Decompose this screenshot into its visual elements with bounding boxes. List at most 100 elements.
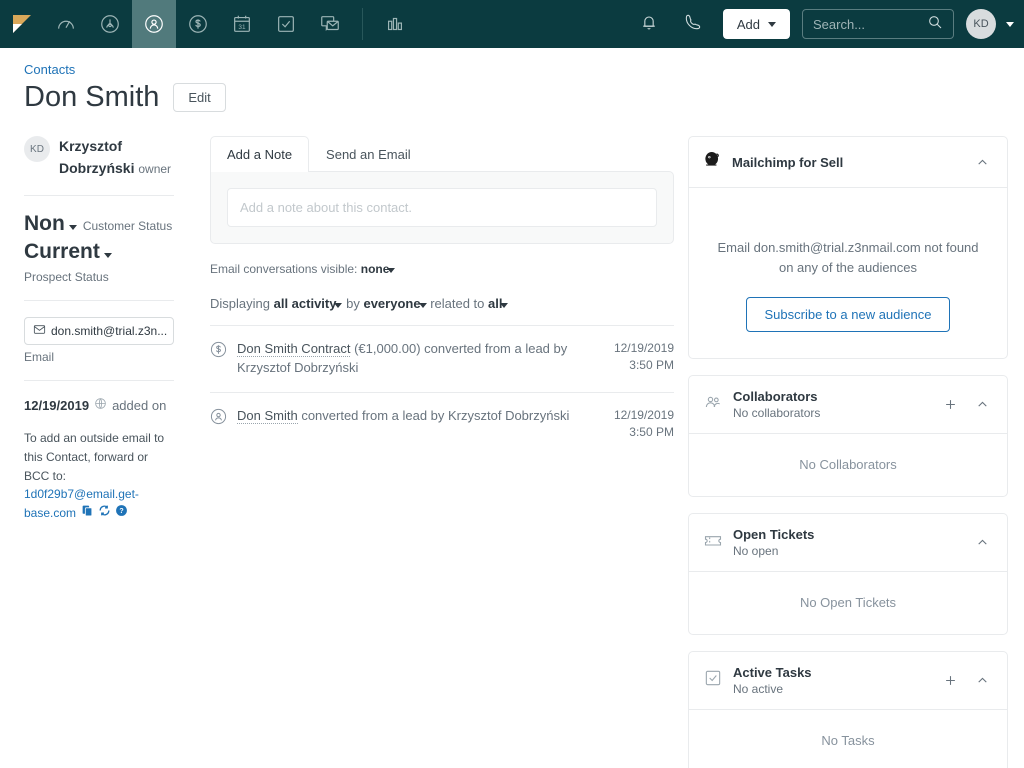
nav-item-calendar[interactable]: 31 (220, 0, 264, 48)
active-tasks-card-header: Active Tasks No active (689, 652, 1007, 709)
add-task-button[interactable] (939, 673, 962, 688)
help-icon[interactable]: ? (115, 504, 128, 523)
add-collaborator-button[interactable] (939, 397, 962, 412)
nav-item-deals[interactable] (176, 0, 220, 48)
active-tasks-card: Active Tasks No active No Tasks (688, 651, 1008, 768)
nav-item-dashboard[interactable] (44, 0, 88, 48)
note-composer-card: Add a note about this contact. (210, 171, 674, 244)
chevron-down-icon[interactable] (103, 253, 112, 259)
open-tickets-subtitle: No open (733, 544, 779, 558)
notifications-button[interactable] (627, 0, 671, 48)
prospect-status-value[interactable]: Current (24, 240, 100, 264)
open-tickets-card-header: Open Tickets No open (689, 514, 1007, 571)
mailchimp-title-wrap: Mailchimp for Sell (732, 155, 962, 170)
email-conversations-value[interactable]: none (361, 262, 390, 276)
nav-item-reports[interactable] (373, 0, 417, 48)
svg-text:31: 31 (238, 24, 246, 31)
collaborators-card: Collaborators No collaborators No Collab… (688, 375, 1008, 497)
dollar-circle-icon (187, 13, 209, 35)
owner-name: Krzysztof Dobrzyński owner (59, 136, 171, 179)
edit-button[interactable]: Edit (173, 83, 226, 112)
bcc-actions: ? (81, 504, 128, 523)
chevron-down-icon[interactable] (387, 268, 396, 273)
ticket-icon (703, 530, 723, 555)
refresh-icon[interactable] (98, 504, 111, 523)
owner-row: KD Krzysztof Dobrzyński owner (24, 136, 174, 179)
gauge-icon (55, 13, 77, 35)
filter-related-label: related to (430, 296, 485, 311)
nav-item-communication[interactable] (308, 0, 352, 48)
tab-send-an-email[interactable]: Send an Email (309, 136, 428, 172)
open-tickets-empty-text: No Open Tickets (799, 595, 897, 610)
chevron-down-icon (768, 21, 776, 27)
tab-add-a-note[interactable]: Add a Note (210, 136, 310, 172)
chevron-up-icon[interactable] (972, 398, 993, 411)
bcc-instructions: To add an outside email to this Contact,… (24, 429, 174, 523)
chevron-up-icon[interactable] (972, 536, 993, 549)
activity-filter-row: Displaying all activity by everyone rela… (210, 296, 674, 311)
phone-icon (683, 12, 703, 37)
breadcrumb[interactable]: Contacts (24, 62, 1024, 77)
customer-status-value[interactable]: Non (24, 212, 65, 236)
mailchimp-card: Mailchimp for Sell Email don.smith@trial… (688, 136, 1008, 359)
collaborators-empty-text: No Collaborators (799, 457, 897, 472)
divider (24, 300, 174, 302)
page-header: Contacts Don Smith Edit (0, 48, 1024, 114)
app-logo[interactable] (0, 0, 44, 48)
owner-first-name: Krzysztof (59, 138, 123, 154)
divider (24, 195, 174, 197)
owner-role-label: owner (138, 161, 172, 176)
activity-column: Add a Note Send an Email Add a note abou… (174, 136, 674, 768)
mailchimp-icon (703, 150, 722, 174)
customer-status-field[interactable]: Non Customer Status (24, 212, 174, 236)
filter-by-user[interactable]: everyone (363, 296, 420, 311)
email-chip-label: Email (24, 350, 55, 365)
nav-item-tasks[interactable] (264, 0, 308, 48)
add-button-label: Add (736, 16, 760, 32)
bell-icon (639, 12, 659, 37)
calls-button[interactable] (671, 0, 715, 48)
activity-text: Don Smith Contract (€1,000.00) converted… (237, 340, 578, 378)
email-conversations-visibility: Email conversations visible: none (210, 262, 674, 276)
collaborators-icon (703, 392, 723, 417)
activity-link[interactable]: Don Smith Contract (237, 341, 351, 357)
chevron-up-icon[interactable] (972, 156, 993, 169)
table-row: Don Smith converted from a lead by Krzys… (210, 393, 674, 456)
added-on-field: 12/19/2019 added on (24, 397, 174, 413)
avatar[interactable]: KD (966, 9, 996, 39)
activity-link[interactable]: Don Smith (237, 407, 298, 424)
copy-icon[interactable] (81, 504, 94, 523)
divider (24, 380, 174, 382)
note-tabs: Add a Note Send an Email (210, 136, 674, 172)
search-box[interactable] (802, 9, 954, 39)
mailchimp-title: Mailchimp for Sell (732, 154, 844, 170)
activity-amount: (€1,000.00) (354, 341, 421, 356)
chevron-down-icon[interactable] (500, 303, 509, 308)
nav-right-group: Add KD (627, 0, 1024, 48)
chevron-down-icon[interactable] (68, 225, 77, 231)
chevron-down-icon[interactable] (334, 303, 343, 308)
nav-item-leads[interactable] (88, 0, 132, 48)
envelope-icon (33, 323, 46, 339)
search-input[interactable] (811, 15, 921, 33)
dollar-circle-icon (210, 341, 227, 363)
prospect-status-field[interactable]: Current Prospect Status (24, 240, 174, 284)
add-button[interactable]: Add (722, 9, 790, 39)
top-navigation-bar: 31 Add Search... KD (0, 0, 1024, 48)
bar-chart-icon (384, 13, 406, 35)
mailchimp-message: Email don.smith@trial.z3nmail.com not fo… (717, 240, 979, 275)
search-icon[interactable] (927, 14, 943, 35)
email-chip[interactable]: don.smith@trial.z3n... (24, 317, 174, 346)
nav-item-contacts[interactable] (132, 0, 176, 48)
user-menu-chevron-down-icon[interactable] (1006, 21, 1014, 27)
mailchimp-card-body: Email don.smith@trial.z3nmail.com not fo… (689, 187, 1007, 358)
subscribe-to-new-audience-button[interactable]: Subscribe to a new audience (745, 297, 951, 332)
activity-timestamp: 12/19/2019 3:50 PM (613, 407, 674, 440)
filter-activity-type[interactable]: all activity (274, 296, 337, 311)
chevron-down-icon[interactable] (418, 303, 427, 308)
activity-feed: Don Smith Contract (€1,000.00) converted… (210, 325, 674, 455)
chevron-up-icon[interactable] (972, 674, 993, 687)
note-input[interactable]: Add a note about this contact. (227, 188, 657, 227)
active-tasks-empty-text: No Tasks (821, 733, 875, 748)
lead-person-icon (99, 13, 121, 35)
